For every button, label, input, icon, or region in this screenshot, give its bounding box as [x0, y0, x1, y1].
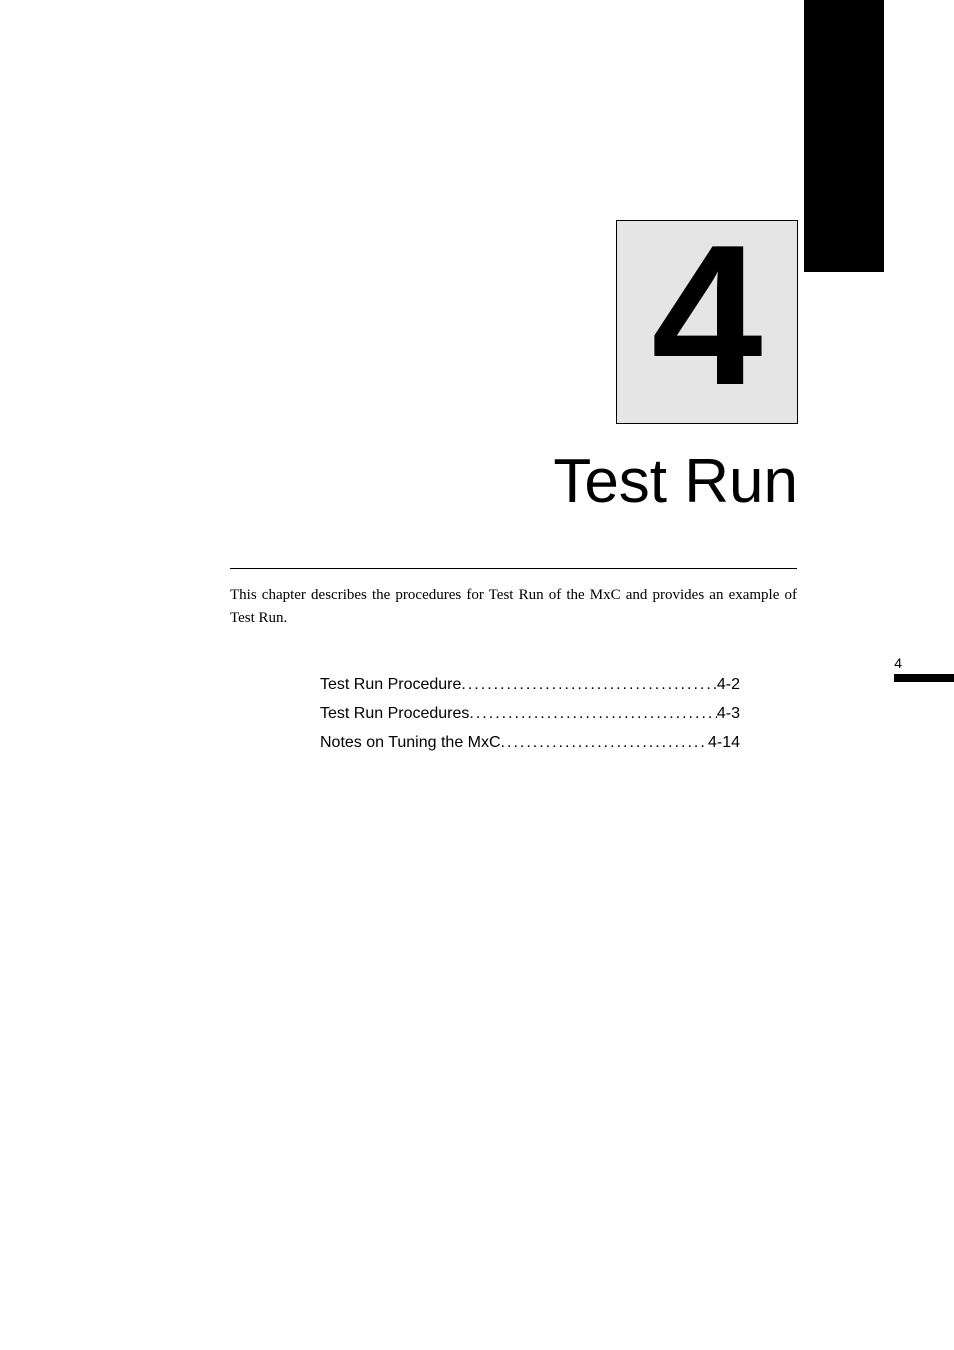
- chapter-number: 4: [651, 216, 762, 416]
- toc-leader-dots: [501, 734, 708, 752]
- chapter-intro-text: This chapter describes the procedures fo…: [230, 584, 797, 631]
- toc-entry[interactable]: Test Run Procedure 4-2: [320, 676, 740, 694]
- toc-entry[interactable]: Test Run Procedures 4-3: [320, 705, 740, 723]
- toc-entry-label: Test Run Procedure: [320, 676, 461, 694]
- toc-entry[interactable]: Notes on Tuning the MxC 4-14: [320, 734, 740, 752]
- toc-entry-label: Test Run Procedures: [320, 705, 469, 723]
- table-of-contents: Test Run Procedure 4-2 Test Run Procedur…: [320, 676, 740, 763]
- toc-entry-label: Notes on Tuning the MxC: [320, 734, 501, 752]
- chapter-number-box: 4: [616, 220, 798, 424]
- toc-leader-dots: [461, 676, 716, 694]
- side-tab-bar: [894, 674, 954, 682]
- toc-entry-page: 4-14: [708, 734, 740, 752]
- title-divider: [230, 568, 797, 569]
- toc-entry-page: 4-3: [717, 705, 740, 723]
- header-black-tab: [804, 0, 884, 272]
- side-tab-number: 4: [894, 655, 902, 671]
- toc-leader-dots: [469, 705, 716, 723]
- toc-entry-page: 4-2: [717, 676, 740, 694]
- chapter-title: Test Run: [553, 446, 798, 517]
